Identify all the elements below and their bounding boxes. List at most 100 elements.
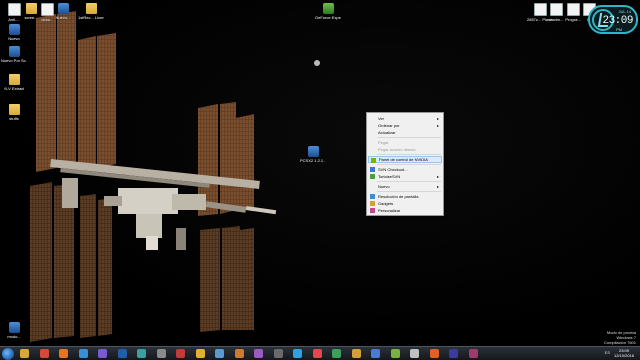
app-icon — [57, 3, 69, 14]
taskbar-app-20-icon[interactable] — [410, 349, 419, 358]
personalize-icon — [370, 208, 375, 213]
menu-item-ver[interactable]: Ver ▸ — [368, 115, 442, 122]
menu-item-pegar[interactable]: Pegar — [368, 139, 442, 146]
menu-item-label: SVN Checkout... — [378, 167, 408, 172]
menu-item-panel-de-control-de-nvidia[interactable]: Panel de control de NVIDIA — [368, 156, 442, 163]
menu-item-nuevo[interactable]: Nuevo ▸ — [368, 183, 442, 190]
menu-item-tortoisesvn[interactable]: TortoiseSVN ▸ — [368, 173, 442, 180]
desktop-icon-pcsx2[interactable]: PCSX2 1.2.1 ... — [300, 146, 326, 163]
display-icon — [370, 194, 375, 199]
taskbar-app-16-icon[interactable] — [332, 349, 341, 358]
taskbar-app-23-icon[interactable] — [468, 349, 478, 358]
menu-item-label: Pegar — [378, 140, 389, 145]
menu-separator — [377, 164, 441, 165]
taskbar: ES 23:09 12/10/2016 — [0, 346, 640, 360]
taskbar-game-icon[interactable] — [98, 349, 107, 358]
taskbar-app-7-icon[interactable] — [156, 349, 166, 358]
desktop-icon-geforce-experi[interactable]: GeForce Experi... — [315, 3, 341, 20]
desktop-icon-label: stuffs — [9, 116, 19, 121]
desktop-icon-label: PCSX2 1.2.1 ... — [300, 158, 326, 163]
nvidia-icon — [371, 158, 376, 163]
menu-separator — [377, 191, 441, 192]
app-icon — [8, 322, 20, 333]
app-icon — [8, 24, 20, 35]
menu-item-svn-checkout[interactable]: SVN Checkout... — [368, 166, 442, 173]
tortoise-icon — [370, 174, 375, 179]
desktop-icon-label: YLV Extract — [3, 86, 25, 91]
taskbar-explorer-icon[interactable] — [20, 349, 29, 358]
menu-item-label: Ordenar por — [378, 123, 400, 128]
taskbar-clock[interactable]: 23:09 12/10/2016 — [614, 348, 634, 358]
submenu-arrow-icon: ▸ — [436, 116, 439, 121]
desktop-icon-label: modo... — [7, 334, 21, 339]
moon — [314, 60, 320, 66]
desktop[interactable]: Anti-... scree... pictur... Nuevo... 1stRec.… — [0, 0, 640, 346]
menu-item-label: Gadgets — [378, 201, 394, 206]
context-menu: Ver ▸ Ordenar por ▸ Actualizar Pegar Pegar acc… — [366, 112, 444, 216]
test-mode-watermark: Modo de prueba Windows 7 Compilación 760… — [604, 330, 636, 345]
taskbar-photoshop-icon[interactable] — [117, 349, 127, 358]
taskbar-firefox-icon[interactable] — [59, 349, 68, 358]
taskbar-app-19-icon[interactable] — [390, 349, 400, 358]
menu-item-label: Pegar acceso directo — [378, 147, 416, 152]
folder-icon — [85, 3, 97, 14]
submenu-arrow-icon: ▸ — [436, 184, 439, 189]
menu-item-label: Resolución de pantalla — [378, 194, 419, 199]
menu-item-label: Personalizar — [378, 208, 401, 213]
green-icon — [322, 3, 334, 14]
taskbar-app-10-icon[interactable] — [215, 349, 224, 358]
taskbar-clock-date: 12/10/2016 — [613, 353, 634, 358]
taskbar-app-14-icon[interactable] — [293, 349, 302, 358]
pcsx2-icon — [307, 146, 319, 157]
menu-separator — [377, 181, 441, 182]
taskbar-chrome-icon[interactable] — [39, 349, 49, 358]
clock-widget-time: 23:09 — [602, 15, 633, 27]
clock-widget[interactable]: JUL 14 23:09 PM — [588, 5, 638, 34]
desktop-icon-label: Nuevo... — [55, 15, 71, 20]
start-button[interactable] — [2, 348, 14, 360]
desktop-icon-1strec-licen[interactable]: 1stRec... Licen... — [78, 3, 104, 20]
iss-wallpaper — [30, 11, 277, 342]
taskbar-app-11-icon[interactable] — [234, 349, 244, 358]
menu-item-ordenar-por[interactable]: Ordenar por ▸ — [368, 122, 442, 129]
taskbar-app-18-icon[interactable] — [371, 349, 380, 358]
menu-item-label: Actualizar — [378, 130, 396, 135]
svn-icon — [370, 167, 375, 172]
submenu-arrow-icon: ▸ — [436, 174, 439, 179]
menu-item-label: TortoiseSVN — [378, 174, 401, 179]
app-icon — [8, 46, 20, 57]
menu-separator — [377, 154, 441, 155]
taskbar-media-icon[interactable] — [78, 349, 88, 358]
desktop-icon-stuffs[interactable]: stuffs — [1, 104, 27, 121]
taskbar-app-8-icon[interactable] — [176, 349, 185, 358]
tray-language[interactable]: ES — [605, 350, 610, 355]
desktop-icon-modo[interactable]: modo... — [1, 322, 27, 339]
desktop-icon-ylv-extract[interactable]: YLV Extract — [1, 74, 27, 91]
menu-item-pegar-acceso-directo[interactable]: Pegar acceso directo — [368, 146, 442, 153]
menu-item-personalizar[interactable]: Personalizar — [368, 207, 442, 214]
desktop-icon-label: GeForce Experi... — [315, 15, 341, 20]
folder-icon — [8, 104, 20, 115]
taskbar-app-21-icon[interactable] — [429, 349, 439, 358]
desktop-icon-nuevo-por-sc[interactable]: Nuevo Por Sc... — [1, 46, 27, 63]
taskbar-app-15-icon[interactable] — [312, 349, 322, 358]
desktop-icon-label: 1stRec... Licen... — [78, 15, 104, 20]
menu-item-label: Ver — [378, 116, 385, 121]
menu-item-resoluci-n-de-pantalla[interactable]: Resolución de pantalla — [368, 193, 442, 200]
gadgets-icon — [370, 201, 375, 206]
menu-item-gadgets[interactable]: Gadgets — [368, 200, 442, 207]
menu-item-label: Panel de control de NVIDIA — [379, 157, 428, 162]
desktop-icon-nuevo[interactable]: Nuevo... — [50, 3, 76, 20]
watermark-line-3: Compilación 7601 — [603, 340, 636, 345]
menu-item-label: Nuevo — [378, 184, 390, 189]
taskbar-app-6-icon[interactable] — [137, 349, 146, 358]
taskbar-app-9-icon[interactable] — [195, 349, 205, 358]
taskbar-app-12-icon[interactable] — [254, 349, 263, 358]
menu-item-actualizar[interactable]: Actualizar — [368, 129, 442, 136]
taskbar-app-17-icon[interactable] — [351, 349, 361, 358]
desktop-icon-label: Nuevo Por Sc... — [1, 58, 27, 63]
taskbar-app-13-icon[interactable] — [273, 349, 283, 358]
taskbar-app-22-icon[interactable] — [449, 349, 458, 358]
desktop-icon-nuevo[interactable]: Nuevo — [1, 24, 27, 41]
desktop-icon-label: Nuevo — [8, 36, 20, 41]
